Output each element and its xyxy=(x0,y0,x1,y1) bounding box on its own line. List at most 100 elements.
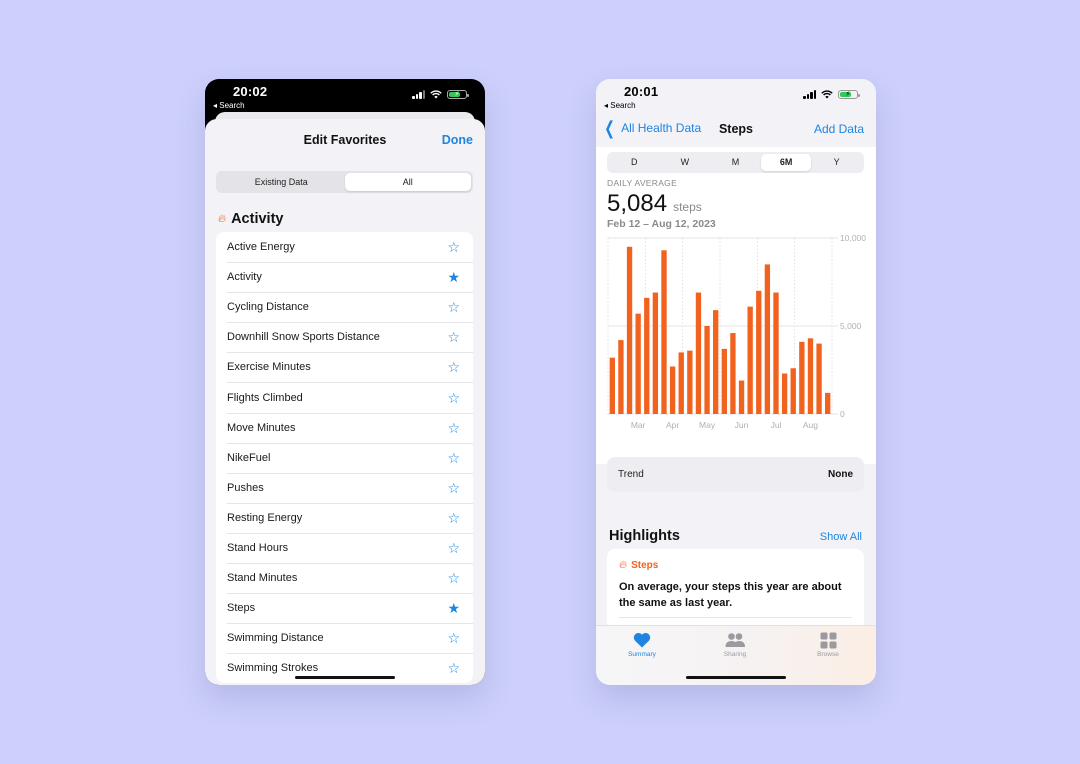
star-outline-icon[interactable]: ☆ xyxy=(447,541,460,555)
chart-bar[interactable] xyxy=(721,348,727,414)
favorite-row[interactable]: Stand Minutes ☆ xyxy=(216,563,473,593)
range-option[interactable]: 6M xyxy=(760,154,812,171)
star-outline-icon[interactable]: ☆ xyxy=(447,421,460,435)
chart-bar[interactable] xyxy=(695,292,702,414)
chart-bar[interactable] xyxy=(756,290,762,414)
favorite-row-label: Stand Hours xyxy=(227,541,289,554)
highlight-card-header: 🔥︎ Steps xyxy=(619,559,659,572)
chart-bar[interactable] xyxy=(644,297,650,414)
favorite-row[interactable]: Move Minutes ☆ xyxy=(216,412,473,443)
star-outline-icon[interactable]: ☆ xyxy=(447,451,460,465)
home-indicator xyxy=(686,676,786,679)
favorite-row[interactable]: Cycling Distance ☆ xyxy=(216,292,473,322)
chart-bar[interactable] xyxy=(807,338,814,414)
add-data-button[interactable]: Add Data xyxy=(814,122,864,136)
chart-bar[interactable] xyxy=(669,366,676,414)
favorite-row-label: Swimming Strokes xyxy=(227,662,319,675)
favorite-row[interactable]: Pushes ☆ xyxy=(216,472,473,503)
chart-bar[interactable] xyxy=(618,340,624,414)
chart-bar[interactable] xyxy=(816,343,822,414)
trend-label: Trend xyxy=(618,469,644,480)
range-option[interactable]: M xyxy=(710,154,761,171)
status-icons: ⚡ xyxy=(803,90,860,99)
star-outline-icon[interactable]: ☆ xyxy=(447,240,460,254)
star-outline-icon[interactable]: ☆ xyxy=(447,571,460,585)
range-option[interactable]: D xyxy=(609,154,660,171)
favorite-row[interactable]: Resting Energy ☆ xyxy=(216,502,473,533)
segment-all[interactable]: All xyxy=(344,173,471,191)
star-outline-icon[interactable]: ☆ xyxy=(447,511,460,525)
daily-average-number: 5,084 xyxy=(607,190,668,217)
chart-bar[interactable] xyxy=(635,313,641,414)
flame-icon: 🔥︎ xyxy=(619,559,628,571)
favorite-row-label: Steps xyxy=(227,602,256,615)
grid-icon xyxy=(820,632,836,648)
y-tick-label: 10,000 xyxy=(840,233,866,243)
favorite-row-label: Flights Climbed xyxy=(227,391,303,404)
chart-bar[interactable] xyxy=(764,264,771,414)
chart-bar[interactable] xyxy=(687,350,693,414)
favorite-row[interactable]: Active Energy ☆ xyxy=(216,232,473,262)
star-outline-icon[interactable]: ☆ xyxy=(447,330,460,344)
chart-bar[interactable] xyxy=(773,292,779,414)
star-outline-icon[interactable]: ☆ xyxy=(447,391,460,405)
chart-bar[interactable] xyxy=(781,373,788,414)
favorite-row[interactable]: Downhill Snow Sports Distance ☆ xyxy=(216,322,473,352)
star-outline-icon[interactable]: ☆ xyxy=(447,631,460,645)
star-outline-icon[interactable]: ☆ xyxy=(447,300,460,314)
chart-bar[interactable] xyxy=(704,326,710,414)
chart-bar[interactable] xyxy=(738,380,745,414)
chart-bar[interactable] xyxy=(661,250,667,414)
segment-existing-data[interactable]: Existing Data xyxy=(218,173,345,191)
chart-bar[interactable] xyxy=(652,292,659,414)
chart-bar[interactable] xyxy=(799,341,805,414)
tab-label: Browse xyxy=(817,651,839,658)
highlight-category: Steps xyxy=(631,560,659,571)
favorite-row[interactable]: Stand Hours ☆ xyxy=(216,532,473,563)
range-option[interactable]: W xyxy=(660,154,711,171)
steps-bar-chart[interactable]: 0 5,000 10,000 Mar Apr May Jun Jul Aug xyxy=(596,233,876,449)
tab-sharing[interactable]: Sharing xyxy=(700,630,770,658)
done-button[interactable]: Done xyxy=(442,133,473,147)
favorite-row-label: Resting Energy xyxy=(227,511,303,524)
data-filter-segmented-control: Existing Data All xyxy=(216,171,473,193)
chart-bar[interactable] xyxy=(790,368,796,414)
favorite-row-label: Exercise Minutes xyxy=(227,361,311,374)
x-tick-label: Jul xyxy=(771,420,782,430)
star-filled-icon[interactable]: ★ xyxy=(447,601,460,615)
star-outline-icon[interactable]: ☆ xyxy=(447,360,460,374)
chart-bar[interactable] xyxy=(626,246,633,414)
range-option[interactable]: Y xyxy=(811,154,862,171)
star-outline-icon[interactable]: ☆ xyxy=(447,481,460,495)
trend-row[interactable]: Trend None xyxy=(607,457,864,492)
chart-bar[interactable] xyxy=(678,352,684,414)
x-tick-label: Aug xyxy=(803,420,818,430)
trend-value: None xyxy=(828,469,853,480)
x-tick-label: May xyxy=(699,420,716,430)
favorite-row-label: Cycling Distance xyxy=(227,301,309,314)
favorite-row[interactable]: Swimming Distance ☆ xyxy=(216,623,473,653)
x-tick-label: Jun xyxy=(735,420,749,430)
show-all-button[interactable]: Show All xyxy=(820,531,862,543)
tab-summary[interactable]: Summary xyxy=(607,630,677,658)
star-filled-icon[interactable]: ★ xyxy=(447,270,460,284)
favorite-row-label: NikeFuel xyxy=(227,451,271,464)
star-outline-icon[interactable]: ☆ xyxy=(447,661,460,675)
tab-label: Summary xyxy=(628,651,656,658)
favorite-row[interactable]: Exercise Minutes ☆ xyxy=(216,352,473,382)
back-to-search-link[interactable]: ◂ Search xyxy=(213,101,245,110)
back-to-search-link[interactable]: ◂ Search xyxy=(604,101,636,110)
tab-browse[interactable]: Browse xyxy=(793,630,863,658)
favorite-row[interactable]: NikeFuel ☆ xyxy=(216,442,473,473)
favorite-row[interactable]: Steps ★ xyxy=(216,593,473,623)
chart-bar[interactable] xyxy=(609,357,615,414)
favorite-row[interactable]: Activity ★ xyxy=(216,262,473,292)
chart-bar[interactable] xyxy=(825,392,831,414)
status-bar: 20:01 ◂ Search ⚡ xyxy=(596,79,876,121)
chart-bar[interactable] xyxy=(730,333,736,414)
chart-bar[interactable] xyxy=(713,310,719,414)
chart-bar[interactable] xyxy=(747,306,753,414)
favorite-row[interactable]: Flights Climbed ☆ xyxy=(216,382,473,412)
status-time: 20:01 xyxy=(624,84,659,99)
favorite-row-label: Swimming Distance xyxy=(227,632,324,645)
